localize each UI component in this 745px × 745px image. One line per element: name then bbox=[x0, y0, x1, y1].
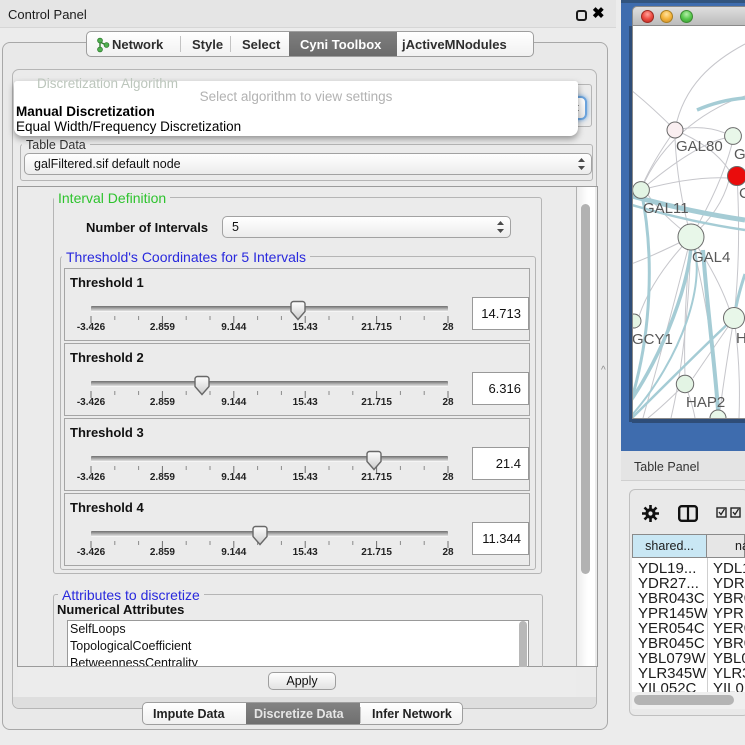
svg-text:C: C bbox=[739, 185, 745, 202]
svg-text:GCY1: GCY1 bbox=[633, 331, 673, 348]
svg-text:HAP2: HAP2 bbox=[686, 394, 725, 411]
svg-text:H: H bbox=[736, 330, 745, 347]
svg-text:GA: GA bbox=[734, 146, 745, 163]
svg-text:GAL80: GAL80 bbox=[676, 138, 723, 155]
svg-text:GAL4: GAL4 bbox=[692, 249, 730, 266]
svg-text:GAL11: GAL11 bbox=[643, 200, 689, 217]
